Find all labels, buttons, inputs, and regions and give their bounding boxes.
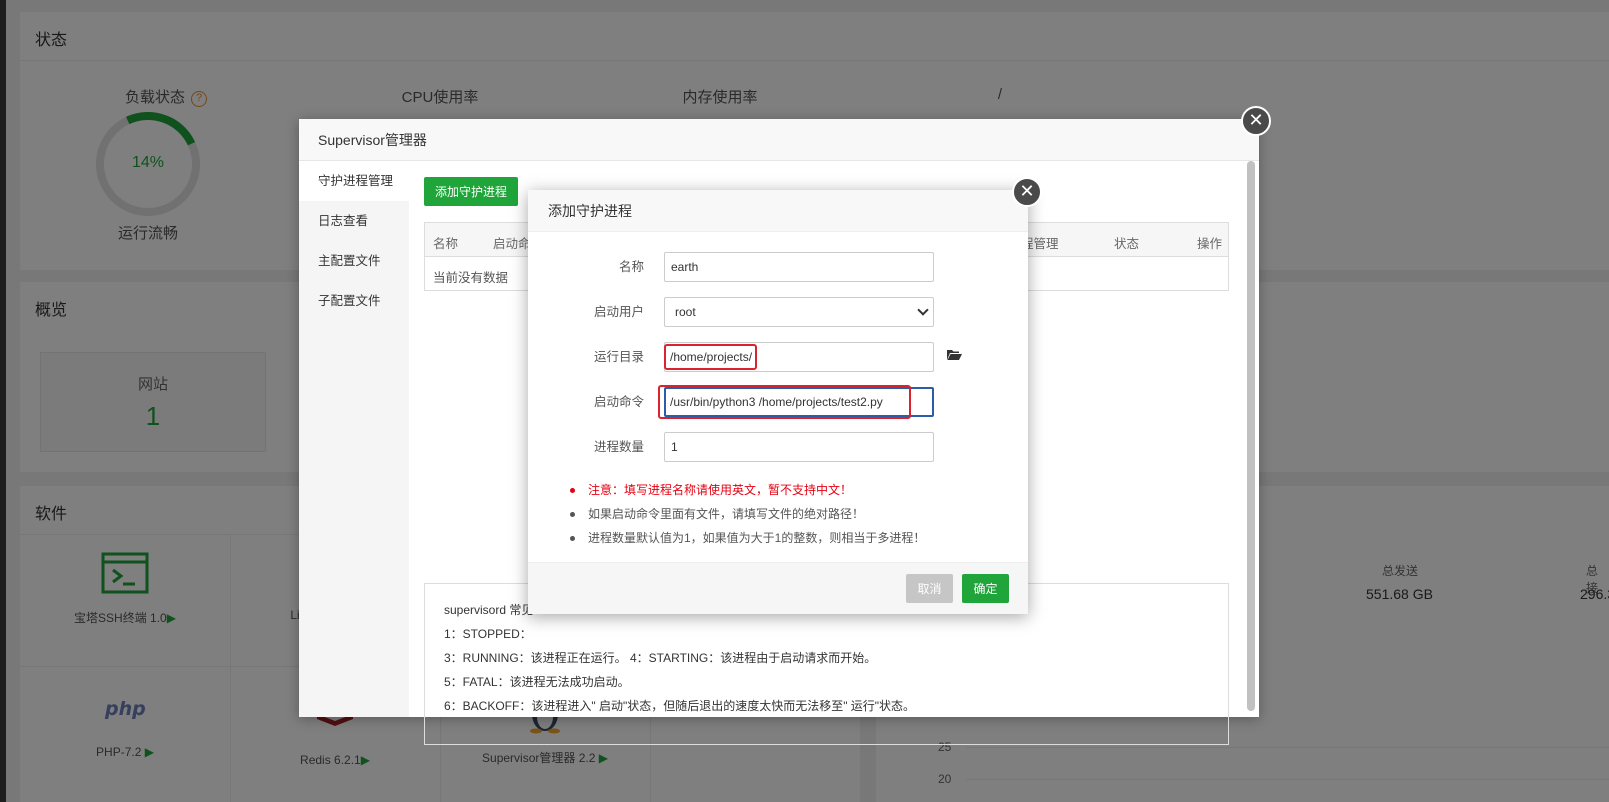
- note-line: 5：FATAL：该进程无法成功启动。: [444, 675, 630, 689]
- cmd-row: 启动命令 /usr/bin/python3 /home/projects/tes…: [528, 385, 1028, 419]
- col-name: 名称: [433, 237, 459, 251]
- menu-sub-config[interactable]: 子配置文件: [299, 281, 409, 321]
- count-input[interactable]: 1: [664, 432, 934, 462]
- dialog-close-icon[interactable]: ✕: [1012, 177, 1042, 207]
- chevron-down-icon: [917, 304, 929, 316]
- add-process-button[interactable]: 添加守护进程: [424, 177, 518, 206]
- dialog-footer: 取消 确定: [528, 562, 1028, 614]
- name-input[interactable]: earth: [664, 252, 934, 282]
- name-row: 名称 earth: [528, 252, 1028, 282]
- supervisor-window-title: Supervisor管理器: [299, 119, 1259, 161]
- note-line: 1：STOPPED：: [444, 627, 532, 641]
- note-line: 6：BACKOFF：该进程进入" 启动"状态，但随后退出的速度太快而无法移至" …: [444, 699, 916, 713]
- add-process-dialog: 添加守护进程 名称 earth 启动用户 root 运行目录 /home/pro…: [528, 190, 1028, 614]
- cmd-highlight: [658, 385, 911, 419]
- dir-label: 运行目录: [593, 350, 644, 364]
- menu-log-view[interactable]: 日志查看: [299, 201, 409, 241]
- user-label: 启动用户: [593, 305, 644, 319]
- confirm-button[interactable]: 确定: [962, 574, 1009, 603]
- supervisor-close-icon[interactable]: ✕: [1241, 106, 1271, 136]
- cmd-label: 启动命令: [593, 395, 644, 409]
- cancel-button[interactable]: 取消: [906, 574, 953, 603]
- user-row: 启动用户 root: [528, 297, 1028, 327]
- supervisor-sidebar: 守护进程管理 日志查看 主配置文件 子配置文件: [299, 161, 409, 717]
- count-row: 进程数量 1: [528, 432, 1028, 462]
- menu-process-management[interactable]: 守护进程管理: [299, 161, 409, 201]
- tip-item: 进程数量默认值为1，如果值为大于1的整数，则相当于多进程！: [568, 526, 925, 550]
- folder-open-icon[interactable]: [946, 348, 962, 361]
- user-select[interactable]: root: [664, 297, 934, 327]
- dialog-title: 添加守护进程: [528, 190, 1028, 232]
- tip-item: 如果启动命令里面有文件，请填写文件的绝对路径！: [568, 502, 925, 526]
- col-status: 状态: [1114, 237, 1140, 251]
- col-ops: 操作: [1197, 237, 1223, 251]
- dir-highlight: [664, 344, 757, 370]
- count-label: 进程数量: [593, 440, 644, 454]
- tips-list: 注意：填写进程名称请使用英文，暂不支持中文！ 如果启动命令里面有文件，请填写文件…: [568, 478, 925, 550]
- name-label: 名称: [618, 260, 644, 274]
- menu-main-config[interactable]: 主配置文件: [299, 241, 409, 281]
- tip-warning: 注意：填写进程名称请使用英文，暂不支持中文！: [568, 478, 925, 502]
- col-command: 启动命: [493, 237, 531, 251]
- scrollbar[interactable]: [1247, 161, 1255, 711]
- dir-row: 运行目录 /home/projects/: [528, 342, 1028, 372]
- note-line: 3：RUNNING：该进程正在运行。 4：STARTING：该进程由于启动请求而…: [444, 651, 877, 665]
